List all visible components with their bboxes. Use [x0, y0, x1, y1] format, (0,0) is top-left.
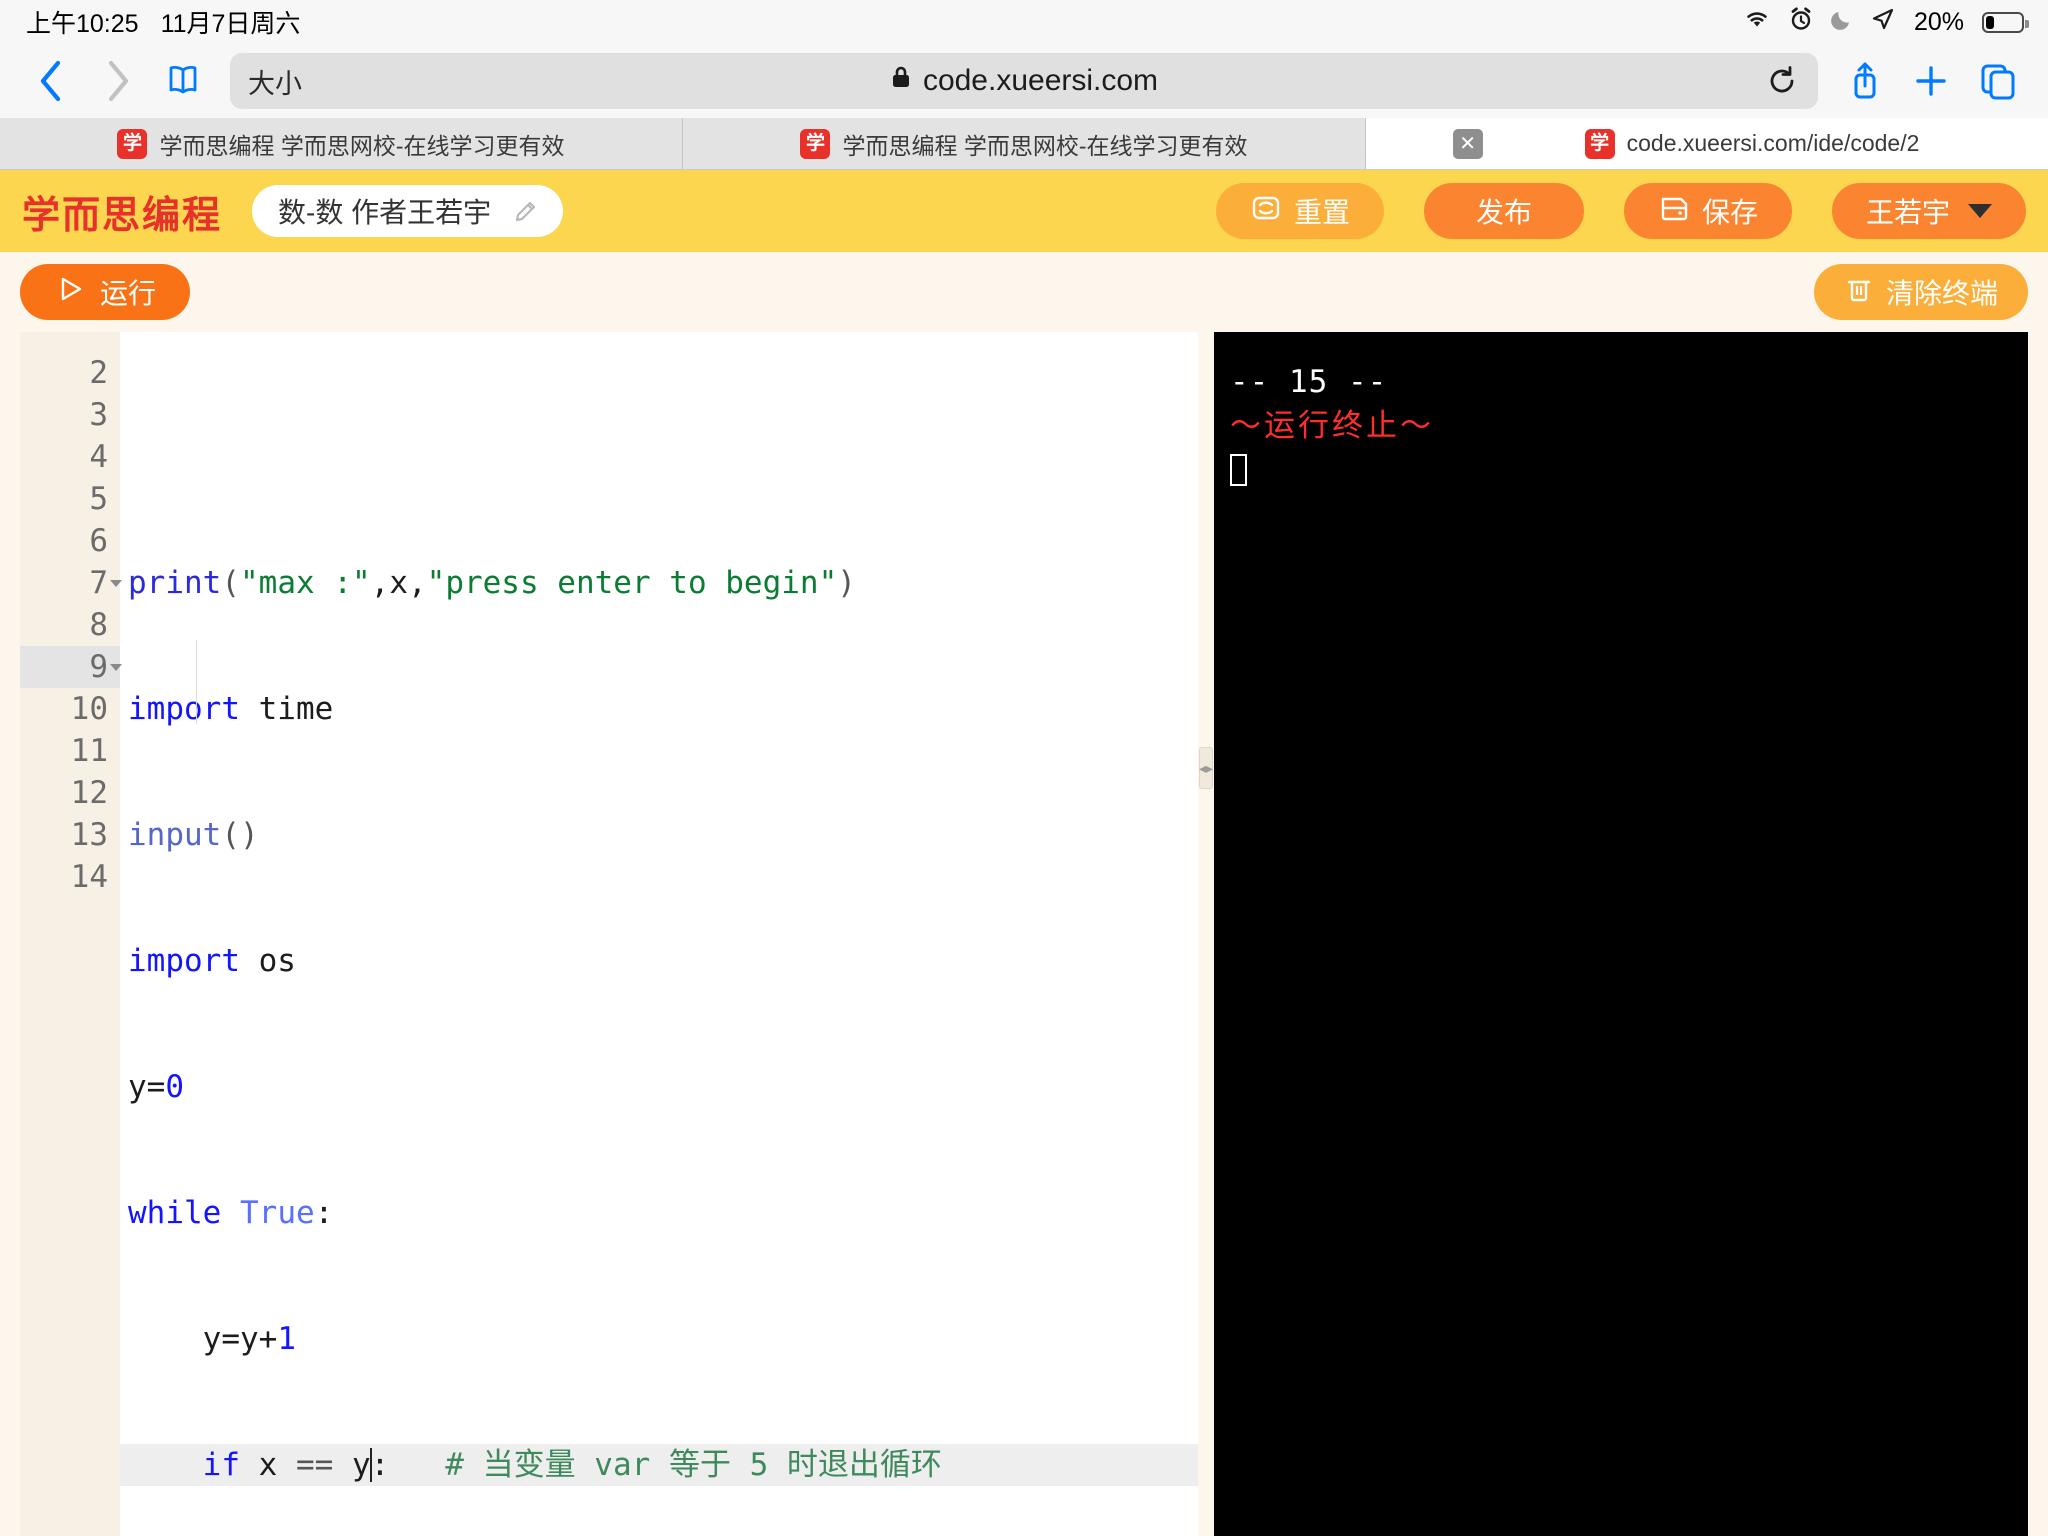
- pencil-icon[interactable]: [511, 196, 541, 226]
- share-button[interactable]: [1834, 54, 1896, 108]
- lock-icon: [890, 64, 912, 98]
- code-line-6[interactable]: y=0: [128, 1066, 1198, 1108]
- browser-tab-strip: 学 学而思编程 学而思网校-在线学习更有效 学 学而思编程 学而思网校-在线学习…: [0, 118, 2048, 170]
- ios-status-bar: 上午10:25 11月7日周六 20%: [0, 0, 2048, 44]
- line-number: 6: [89, 523, 108, 559]
- save-button[interactable]: 保存: [1623, 183, 1792, 239]
- favicon-icon: 学: [117, 128, 148, 159]
- address-bar-url-group: code.xueersi.com: [230, 64, 1818, 98]
- clear-terminal-button[interactable]: 清除终端: [1813, 264, 2028, 320]
- ide-work-area: 2 3 4 5 6 7 8 9 10 11 12 13 14 print("ma…: [0, 332, 2048, 1536]
- publish-button[interactable]: 发布: [1423, 183, 1584, 239]
- line-number: 4: [89, 439, 108, 475]
- chevron-down-icon: [1968, 204, 1992, 218]
- url-text: code.xueersi.com: [922, 64, 1159, 97]
- run-toolbar: 运行 清除终端: [0, 252, 2048, 332]
- brand-logo[interactable]: 学而思编程: [22, 184, 222, 239]
- tabs-overview-button[interactable]: [1966, 54, 2028, 108]
- panel-splitter[interactable]: ◂▸: [1198, 332, 1214, 1536]
- reload-button[interactable]: [1764, 63, 1800, 99]
- favicon-icon: 学: [1584, 128, 1615, 159]
- tab-close-button[interactable]: ✕: [1452, 128, 1483, 159]
- line-number: 10: [70, 691, 108, 727]
- line-number: 7: [20, 562, 122, 604]
- status-date: 11月7日周六: [160, 10, 301, 38]
- terminal-cursor: [1230, 448, 2012, 498]
- code-content[interactable]: print("max :",x,"press enter to begin") …: [120, 332, 1198, 1536]
- forward-button[interactable]: [86, 54, 148, 108]
- status-time: 上午10:25: [26, 10, 139, 38]
- line-number: 12: [70, 775, 108, 811]
- code-line-5[interactable]: import os: [128, 940, 1198, 982]
- trash-icon: [1844, 274, 1874, 311]
- line-number: 5: [89, 481, 108, 517]
- location-arrow-icon: [1870, 6, 1896, 39]
- address-bar[interactable]: 大小 code.xueersi.com: [230, 53, 1818, 109]
- line-number: 11: [70, 733, 108, 769]
- clear-terminal-label: 清除终端: [1885, 278, 1998, 309]
- project-title-pill[interactable]: 数-数 作者王若宇: [252, 185, 564, 237]
- reset-label: 重置: [1293, 197, 1350, 228]
- ipad-safari-screen: 上午10:25 11月7日周六 20% 大小 code.xueersi.com …: [0, 0, 2048, 1536]
- wifi-icon: [1742, 7, 1772, 38]
- battery-percent: 20%: [1913, 7, 1964, 36]
- line-number: 3: [89, 397, 108, 433]
- terminal-panel: -- 15 -- ～运行终止～: [1214, 332, 2048, 1536]
- reset-button[interactable]: 重置: [1215, 183, 1384, 239]
- floppy-icon: [1658, 192, 1690, 231]
- publish-label: 发布: [1475, 197, 1532, 228]
- browser-tab-1[interactable]: 学 学而思编程 学而思网校-在线学习更有效: [0, 118, 683, 169]
- moon-icon: [1830, 7, 1854, 38]
- code-line-7[interactable]: while True:: [128, 1192, 1198, 1234]
- alarm-icon: [1788, 6, 1814, 39]
- line-number: 14: [70, 859, 108, 895]
- save-label: 保存: [1701, 197, 1758, 228]
- new-tab-button[interactable]: [1900, 54, 1962, 108]
- line-number: 2: [89, 355, 108, 391]
- app-header: 学而思编程 数-数 作者王若宇 重置 发布 保存 王若宇: [0, 170, 2048, 252]
- line-number-active: 9: [20, 646, 122, 688]
- status-bar-left: 上午10:25 11月7日周六: [26, 4, 300, 40]
- favicon-icon: 学: [800, 128, 831, 159]
- status-bar-right: 20%: [1742, 6, 2029, 39]
- browser-tab-2[interactable]: 学 学而思编程 学而思网校-在线学习更有效: [683, 118, 1366, 169]
- run-button[interactable]: 运行: [20, 264, 191, 320]
- tab-title: 学而思编程 学而思网校-在线学习更有效: [159, 132, 565, 159]
- text-size-button[interactable]: 大小: [248, 62, 302, 101]
- tab-title: 学而思编程 学而思网校-在线学习更有效: [842, 132, 1248, 159]
- terminal-line: ～运行终止～: [1230, 408, 1434, 444]
- browser-tab-3-active[interactable]: ✕ 学 code.xueersi.com/ide/code/2: [1366, 118, 2048, 169]
- code-line-4[interactable]: input(): [128, 814, 1198, 856]
- code-line-3[interactable]: import time: [128, 688, 1198, 730]
- code-editor-panel: 2 3 4 5 6 7 8 9 10 11 12 13 14 print("ma…: [0, 332, 1198, 1536]
- code-line-8[interactable]: y=y+1: [128, 1318, 1198, 1360]
- play-icon: [54, 273, 86, 312]
- line-number: 13: [70, 817, 108, 853]
- line-number: 8: [89, 607, 108, 643]
- user-menu-button[interactable]: 王若宇: [1831, 183, 2026, 239]
- reset-icon: [1250, 192, 1282, 231]
- terminal-line: -- 15 --: [1230, 364, 1388, 400]
- run-label: 运行: [100, 278, 157, 309]
- splitter-handle[interactable]: ◂▸: [1199, 747, 1213, 789]
- code-comment: # 当变量 var 等于 5 时退出循环: [445, 1447, 942, 1483]
- project-title: 数-数 作者王若宇: [278, 197, 492, 228]
- code-line-2[interactable]: print("max :",x,"press enter to begin"): [128, 562, 1198, 604]
- tab-title: code.xueersi.com/ide/code/2: [1626, 130, 1920, 156]
- battery-icon: [1982, 11, 2029, 33]
- code-editor[interactable]: 2 3 4 5 6 7 8 9 10 11 12 13 14 print("ma…: [20, 332, 1198, 1536]
- safari-toolbar: 大小 code.xueersi.com: [0, 44, 2048, 118]
- bookmarks-button[interactable]: [152, 54, 214, 108]
- terminal-output[interactable]: -- 15 -- ～运行终止～: [1214, 332, 2028, 1536]
- code-line-9-active[interactable]: if x == y: # 当变量 var 等于 5 时退出循环: [120, 1444, 1198, 1486]
- back-button[interactable]: [20, 54, 82, 108]
- user-name-label: 王若宇: [1865, 197, 1950, 228]
- line-number-gutter: 2 3 4 5 6 7 8 9 10 11 12 13 14: [20, 332, 122, 1536]
